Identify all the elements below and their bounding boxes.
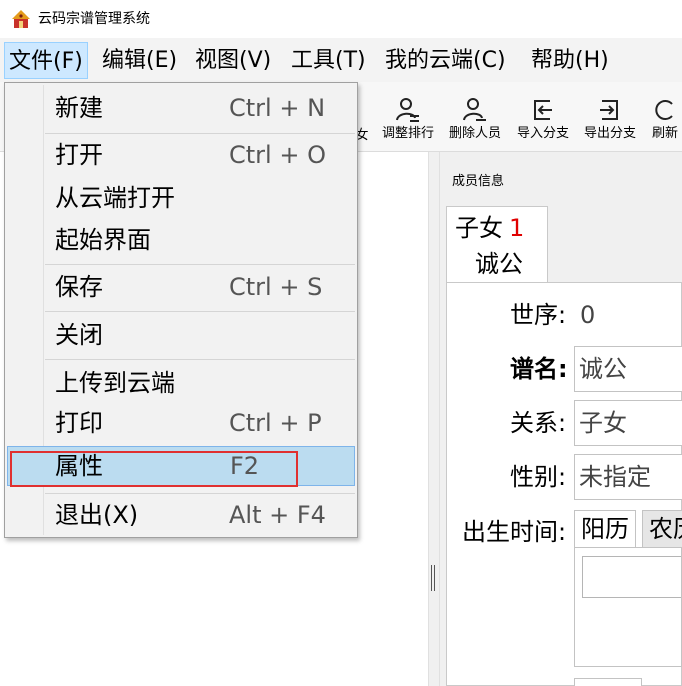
birth-time-label: 出生时间: xyxy=(462,518,567,546)
menu-file[interactable]: 文件(F) xyxy=(4,42,88,79)
genealogy-name-label: 谱名: xyxy=(510,355,568,383)
adjust-order-button[interactable]: 调整排行 xyxy=(377,92,439,148)
menu-item-shortcut: Ctrl + S xyxy=(229,273,323,301)
menu-item-shortcut: Alt + F4 xyxy=(229,501,326,529)
menu-item-shortcut: Ctrl + O xyxy=(229,141,326,169)
member-tab-title: 子女 1 xyxy=(455,213,524,243)
menu-tools[interactable]: 工具(T) xyxy=(287,42,370,79)
adjust-order-label: 调整排行 xyxy=(381,126,434,141)
menu-item-label: 打印 xyxy=(55,409,103,437)
menu-separator xyxy=(45,264,355,265)
menu-separator xyxy=(45,493,355,494)
menu-item-label: 上传到云端 xyxy=(55,369,175,397)
relation-select[interactable]: 子女 xyxy=(574,400,682,446)
menu-item-exit[interactable]: 退出(X) Alt + F4 xyxy=(7,495,355,535)
export-branch-label: 导出分支 xyxy=(583,126,636,141)
menu-item-shortcut: Ctrl + P xyxy=(229,409,322,437)
gender-label: 性别: xyxy=(510,463,567,491)
delete-member-label: 删除人员 xyxy=(448,126,501,141)
menu-item-upload-to-cloud[interactable]: 上传到云端 xyxy=(7,363,355,403)
export-branch-button[interactable]: 导出分支 xyxy=(578,92,642,148)
birth-date-input[interactable] xyxy=(582,556,681,598)
menu-bar: 文件(F) 编辑(E) 视图(V) 工具(T) 我的云端(C) 帮助(H) xyxy=(0,38,682,82)
menu-separator xyxy=(45,133,355,134)
genealogy-name-input[interactable]: 诚公 xyxy=(574,346,682,392)
menu-item-label: 从云端打开 xyxy=(55,184,175,212)
calendar-tabs: 阳历 农历 xyxy=(574,510,682,548)
menu-separator xyxy=(45,359,355,360)
member-tab-strip: 子女 1 诚公 xyxy=(446,206,682,284)
generation-value: 0 xyxy=(580,301,596,329)
member-tab-name: 诚公 xyxy=(475,250,523,278)
calendar-panel xyxy=(574,547,682,667)
menu-my-cloud[interactable]: 我的云端(C) xyxy=(381,42,510,79)
export-icon xyxy=(600,100,618,120)
menu-view[interactable]: 视图(V) xyxy=(191,42,275,79)
menu-help[interactable]: 帮助(H) xyxy=(527,42,613,79)
annotation-highlight-box xyxy=(10,451,298,487)
delete-member-button[interactable]: 删除人员 xyxy=(444,92,506,148)
menu-item-close[interactable]: 关闭 xyxy=(7,315,355,355)
menu-item-new[interactable]: 新建 Ctrl + N xyxy=(7,88,355,128)
import-branch-label: 导入分支 xyxy=(516,126,569,141)
menu-item-label: 保存 xyxy=(55,273,103,301)
pane-splitter[interactable] xyxy=(428,152,440,686)
refresh-icon xyxy=(655,100,673,120)
menu-item-label: 关闭 xyxy=(55,321,103,349)
import-icon xyxy=(534,100,552,120)
member-info-title: 成员信息 xyxy=(452,174,505,189)
menu-item-save[interactable]: 保存 Ctrl + S xyxy=(7,267,355,307)
splitter-grip-icon[interactable] xyxy=(430,565,436,591)
member-tab-count: 1 xyxy=(509,214,525,242)
refresh-label: 刷新 xyxy=(652,126,679,141)
generation-label: 世序: xyxy=(510,301,567,329)
menu-edit[interactable]: 编辑(E) xyxy=(98,42,181,79)
import-branch-button[interactable]: 导入分支 xyxy=(511,92,575,148)
member-tab-relation: 子女 xyxy=(455,214,503,242)
partial-box xyxy=(574,678,642,686)
menu-separator xyxy=(45,311,355,312)
member-tab[interactable]: 子女 1 诚公 xyxy=(446,206,548,284)
person-sort-icon xyxy=(396,98,419,122)
tab-lunar-calendar[interactable]: 农历 xyxy=(642,510,682,548)
menu-item-label: 新建 xyxy=(55,94,103,122)
menu-item-print[interactable]: 打印 Ctrl + P xyxy=(7,403,355,443)
temple-icon xyxy=(11,9,31,29)
window-title: 云码宗谱管理系统 xyxy=(38,11,150,27)
menu-item-start-screen[interactable]: 起始界面 xyxy=(7,220,355,260)
menu-item-label: 打开 xyxy=(55,141,103,169)
menu-item-label: 退出(X) xyxy=(55,501,139,529)
relation-label: 关系: xyxy=(510,409,567,437)
menu-item-shortcut: Ctrl + N xyxy=(229,94,326,122)
menu-item-open-from-cloud[interactable]: 从云端打开 xyxy=(7,178,355,218)
refresh-button[interactable]: 刷新 xyxy=(652,92,682,148)
title-bar: 云码宗谱管理系统 xyxy=(0,0,682,38)
person-remove-icon xyxy=(463,98,486,121)
tab-solar-calendar[interactable]: 阳历 xyxy=(574,510,636,548)
menu-item-open[interactable]: 打开 Ctrl + O xyxy=(7,135,355,175)
gender-select[interactable]: 未指定 xyxy=(574,454,682,500)
menu-item-label: 起始界面 xyxy=(55,226,151,254)
